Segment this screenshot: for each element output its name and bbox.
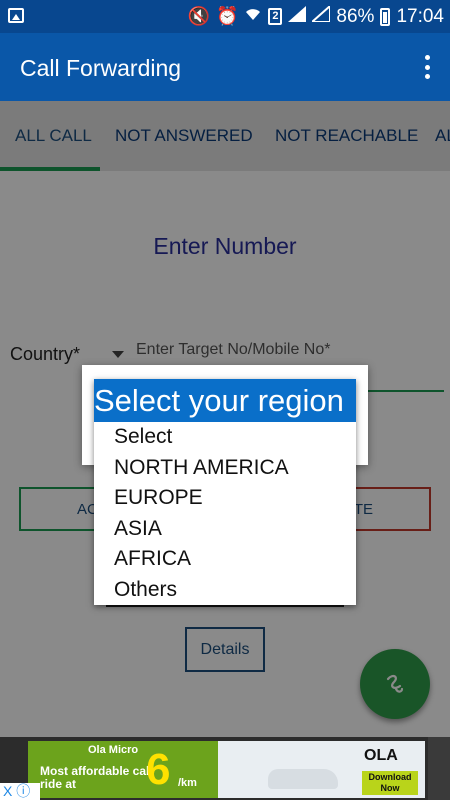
ad-download-button[interactable]: Download Now — [362, 771, 418, 795]
region-option-asia[interactable]: ASIA — [94, 514, 356, 545]
car-icon — [268, 769, 338, 789]
ad-price: 6 — [146, 745, 171, 794]
dialog-title: Select your region — [94, 379, 356, 422]
wifi-icon — [244, 6, 262, 27]
signal-bars-icon — [288, 6, 307, 27]
ad-close-icon[interactable]: X ⓘ — [0, 783, 40, 800]
ad-tagline: Most affordable cab ride at — [40, 764, 154, 791]
app-bar: Call Forwarding — [0, 33, 450, 101]
region-option-select[interactable]: Select — [94, 422, 356, 453]
ad-close-label[interactable]: X — [3, 783, 12, 799]
alarm-icon: ⏰ — [216, 6, 239, 26]
region-dropdown: Select your region Select NORTH AMERICA … — [94, 379, 356, 605]
battery-charging-icon — [380, 7, 391, 26]
region-option-africa[interactable]: AFRICA — [94, 544, 356, 575]
signal-bars-icon — [309, 3, 332, 27]
ad-offer-panel: Ola Micro Most affordable cab ride at 6 … — [28, 741, 218, 798]
app-title: Call Forwarding — [20, 55, 182, 81]
gallery-notification-icon — [8, 8, 24, 23]
clock: 17:04 — [396, 5, 444, 27]
ad-banner[interactable]: Ola Micro Most affordable cab ride at 6 … — [0, 737, 450, 800]
battery-percent: 86% — [336, 5, 375, 27]
status-icons: 🔇 ⏰ 2 86% 17:04 — [188, 0, 444, 33]
region-option-others[interactable]: Others — [94, 575, 356, 606]
status-bar: 🔇 ⏰ 2 86% 17:04 — [0, 0, 450, 33]
mute-icon: 🔇 — [187, 6, 210, 26]
ad-creative[interactable]: Ola Micro Most affordable cab ride at 6 … — [28, 741, 425, 798]
ad-side-strip — [428, 737, 450, 800]
ola-logo: OLA — [364, 747, 398, 764]
region-option-north-america[interactable]: NORTH AMERICA — [94, 453, 356, 484]
ad-brand-line: Ola Micro — [88, 744, 139, 756]
region-option-europe[interactable]: EUROPE — [94, 483, 356, 514]
sim-slot-icon: 2 — [268, 8, 283, 25]
ad-price-unit: /km — [178, 777, 197, 789]
more-vert-icon[interactable] — [424, 55, 430, 79]
